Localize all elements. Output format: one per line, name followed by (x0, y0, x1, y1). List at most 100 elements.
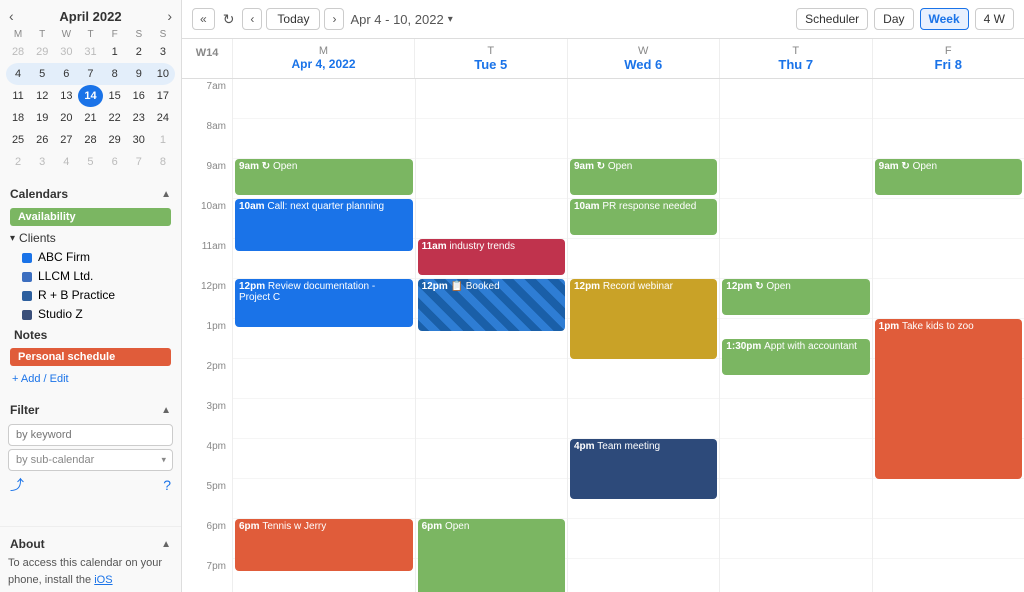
about-ios-link[interactable]: iOS (94, 574, 112, 586)
filter-label: Filter (10, 403, 39, 417)
toolbar: « ↻ ‹ Today › Apr 4 - 10, 2022 ▾ Schedul… (182, 0, 1024, 39)
sub-calendar-item[interactable]: ABC Firm (8, 248, 173, 266)
calendar-event[interactable]: 12pm Record webinar (570, 279, 717, 359)
mini-cal-title: April 2022 (59, 9, 121, 24)
day-header-wed: W Wed 6 (567, 39, 720, 78)
filter-toggle-icon: ▲ (161, 405, 171, 416)
time-column: 7am8am9am10am11am12pm1pm2pm3pm4pm5pm6pm7… (182, 79, 232, 592)
day-column: 11am industry trends 12pm 📋 Booked 6pm Ope… (415, 79, 567, 592)
scheduler-view-button[interactable]: Scheduler (796, 8, 868, 30)
four-week-view-button[interactable]: 4 W (975, 8, 1014, 30)
calendar-event[interactable]: 10am PR response needed (570, 199, 717, 235)
mini-cal-next[interactable]: › (164, 8, 175, 24)
calendar-event[interactable]: 12pm 📋 Booked (418, 279, 565, 331)
calendar-event[interactable]: 6pm Tennis w Jerry (235, 519, 413, 571)
day-header-tue: T Tue 5 (414, 39, 567, 78)
calendar-event[interactable]: 12pm Review documentation - Project C (235, 279, 413, 327)
help-icon[interactable]: ? (163, 477, 171, 493)
time-label: 5pm (182, 479, 232, 519)
sub-calendars-list: ABC FirmLLCM Ltd.R + B PracticeStudio Z (8, 248, 173, 323)
days-header: W14 M Apr 4, 2022 T Tue 5 W Wed 6 T Thu … (182, 39, 1024, 79)
days-body: 7am8am9am10am11am12pm1pm2pm3pm4pm5pm6pm7… (182, 79, 1024, 592)
about-label: About (10, 537, 45, 551)
clients-header[interactable]: ▾ Clients (8, 229, 173, 247)
time-label: 10am (182, 199, 232, 239)
calendar-event[interactable]: 6pm Open (418, 519, 565, 592)
day-column: 9am ↻ Open 10am Call: next quarter planni… (232, 79, 415, 592)
time-label: 11am (182, 239, 232, 279)
day-num-thu[interactable]: Thu 7 (722, 57, 870, 72)
calendar-event[interactable]: 12pm ↻ Open (722, 279, 869, 315)
day-column: 9am ↻ Open 1pm Take kids to zoo (872, 79, 1024, 592)
notes-item[interactable]: Notes (8, 325, 173, 345)
sub-calendar-item[interactable]: R + B Practice (8, 286, 173, 304)
days-columns: 9am ↻ Open 10am Call: next quarter planni… (232, 79, 1024, 592)
calendar-event[interactable]: 11am industry trends (418, 239, 565, 275)
availability-item[interactable]: Availability (10, 208, 171, 226)
time-label: 9am (182, 159, 232, 199)
share-icon[interactable]: ⤴ (10, 475, 24, 495)
keyword-filter-input[interactable] (8, 424, 173, 446)
time-label: 6pm (182, 519, 232, 559)
day-column: 12pm ↻ Open 1:30pm Appt with accountant (719, 79, 871, 592)
add-edit-link[interactable]: + Add / Edit (8, 369, 173, 389)
subcal-filter-select[interactable]: by sub-calendar (8, 449, 173, 471)
nav-prev-button[interactable]: ‹ (242, 8, 262, 30)
clients-label: Clients (19, 231, 56, 245)
date-range-dropdown-icon: ▾ (448, 14, 453, 25)
subcal-filter-wrap: by sub-calendar ▾ (8, 449, 173, 471)
calendar-event[interactable]: 1:30pm Appt with accountant (722, 339, 869, 375)
mini-cal-table: MTWTFSS 28293031123456789101112131415161… (6, 28, 175, 173)
calendar-event[interactable]: 9am ↻ Open (570, 159, 717, 195)
day-num-wed[interactable]: Wed 6 (570, 57, 718, 72)
time-label: 8am (182, 119, 232, 159)
sub-calendar-item[interactable]: Studio Z (8, 305, 173, 323)
refresh-button[interactable]: ↻ (219, 9, 239, 30)
calendar-event[interactable]: 9am ↻ Open (875, 159, 1022, 195)
nav-prev-prev-button[interactable]: « (192, 8, 215, 30)
calendars-header[interactable]: Calendars ▲ (8, 181, 173, 205)
mini-calendar: ‹ April 2022 › MTWTFSS 28293031123456789… (0, 0, 181, 177)
time-label: 1pm (182, 319, 232, 359)
main-calendar: « ↻ ‹ Today › Apr 4 - 10, 2022 ▾ Schedul… (182, 0, 1024, 592)
day-num-fri[interactable]: Fri 8 (875, 57, 1023, 72)
week-view-button[interactable]: Week (920, 8, 969, 30)
calendar-grid: W14 M Apr 4, 2022 T Tue 5 W Wed 6 T Thu … (182, 39, 1024, 592)
sidebar: ‹ April 2022 › MTWTFSS 28293031123456789… (0, 0, 182, 592)
day-header-mon: M Apr 4, 2022 (232, 39, 414, 78)
personal-schedule-item[interactable]: Personal schedule (10, 348, 171, 366)
calendar-event[interactable]: 1pm Take kids to zoo (875, 319, 1022, 479)
mini-cal-prev[interactable]: ‹ (6, 8, 17, 24)
day-name-wed: W (570, 45, 718, 57)
time-label: 7pm (182, 559, 232, 592)
calendar-event[interactable]: 9am ↻ Open (235, 159, 413, 195)
week-number: W14 (182, 39, 232, 78)
day-full-mon[interactable]: Apr 4, 2022 (235, 57, 412, 71)
toolbar-nav-group: « ↻ ‹ Today › (192, 8, 344, 30)
calendar-event[interactable]: 10am Call: next quarter planning (235, 199, 413, 251)
today-button[interactable]: Today (266, 8, 320, 30)
sub-calendar-item[interactable]: LLCM Ltd. (8, 267, 173, 285)
time-label: 12pm (182, 279, 232, 319)
about-section: About ▲ To access this calendar on your … (0, 526, 181, 592)
time-label: 7am (182, 79, 232, 119)
calendars-toggle-icon: ▲ (161, 189, 171, 200)
time-label: 4pm (182, 439, 232, 479)
date-range-label: Apr 4 - 10, 2022 (350, 12, 443, 27)
day-name-fri: F (875, 45, 1023, 57)
day-num-tue[interactable]: Tue 5 (417, 57, 565, 72)
about-text: To access this calendar on your phone, i… (8, 555, 173, 588)
calendar-event[interactable]: 4pm Team meeting (570, 439, 717, 499)
filter-header[interactable]: Filter ▲ (8, 397, 173, 421)
clients-arrow-icon: ▾ (10, 233, 15, 244)
nav-next-button[interactable]: › (324, 8, 344, 30)
day-header-thu: T Thu 7 (719, 39, 872, 78)
day-name-tue: T (417, 45, 565, 57)
date-range-selector[interactable]: Apr 4 - 10, 2022 ▾ (350, 12, 452, 27)
calendars-section: Calendars ▲ Availability ▾ Clients ABC F… (0, 177, 181, 393)
calendars-label: Calendars (10, 187, 68, 201)
day-view-button[interactable]: Day (874, 8, 913, 30)
time-label: 3pm (182, 399, 232, 439)
filter-section: Filter ▲ by sub-calendar ▾ ⤴ ? (0, 393, 181, 505)
about-header[interactable]: About ▲ (8, 531, 173, 555)
